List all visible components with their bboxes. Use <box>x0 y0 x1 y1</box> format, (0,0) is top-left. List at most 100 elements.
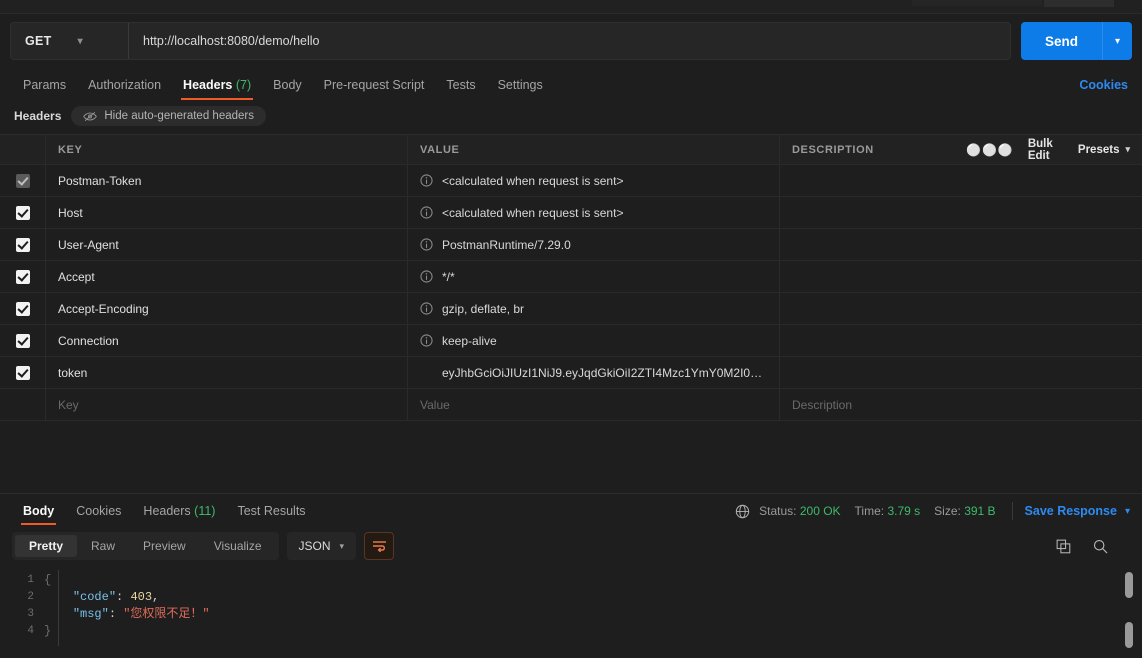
view-mode-preview[interactable]: Preview <box>129 535 200 557</box>
row-key-cell[interactable]: Host <box>46 197 408 228</box>
row-checkbox[interactable] <box>15 365 30 380</box>
row-checkbox[interactable] <box>15 301 30 316</box>
row-key-cell[interactable]: Accept-Encoding <box>46 293 408 324</box>
row-checkbox[interactable] <box>15 237 30 252</box>
table-row[interactable]: Host <calculated when request is sent> <box>0 197 1142 229</box>
row-key-cell[interactable]: Accept <box>46 261 408 292</box>
ellipsis-icon[interactable]: ⚪⚪⚪ <box>966 143 1014 157</box>
wrap-text-button[interactable] <box>364 532 395 560</box>
new-row-key-cell[interactable]: Key <box>46 389 408 420</box>
new-row-value-placeholder: Value <box>420 397 450 412</box>
response-tab-body[interactable]: Body <box>12 494 65 528</box>
table-row[interactable]: Accept */* <box>0 261 1142 293</box>
row-value-cell[interactable]: eyJhbGciOiJIUzI1NiJ9.eyJqdGkiOiI2ZTI4Mzc… <box>408 357 780 388</box>
view-mode-raw[interactable]: Raw <box>77 535 129 557</box>
headers-table-header-row: KEY VALUE DESCRIPTION ⚪⚪⚪ Bulk Edit Pres… <box>0 135 1142 165</box>
url-box: GET ▾ <box>10 22 1011 60</box>
tab-label: Pre-request Script <box>323 78 425 92</box>
response-body-code[interactable]: 1 2 3 4 { "code": 403, "msg": "您权限不足！" } <box>0 566 1142 658</box>
row-key-cell[interactable]: Postman-Token <box>46 165 408 196</box>
tab-label: Body <box>273 78 302 92</box>
row-value-cell[interactable]: PostmanRuntime/7.29.0 <box>408 229 780 260</box>
row-checkbox-cell <box>0 197 46 228</box>
response-tab-test-results[interactable]: Test Results <box>226 494 316 528</box>
row-description-cell[interactable] <box>780 325 966 356</box>
row-extra-cell <box>966 229 1142 260</box>
row-value-cell[interactable]: */* <box>408 261 780 292</box>
code-content[interactable]: { "code": 403, "msg": "您权限不足！" } <box>44 566 1142 658</box>
tab-pre-request-script[interactable]: Pre-request Script <box>313 70 436 100</box>
scrollbar-thumb-bottom[interactable] <box>1125 622 1133 648</box>
tab-authorization[interactable]: Authorization <box>77 70 172 100</box>
response-tab-headers[interactable]: Headers (11) <box>132 494 226 528</box>
cookies-link[interactable]: Cookies <box>1079 78 1128 92</box>
headers-section-title: Headers <box>14 109 62 123</box>
tab-tests[interactable]: Tests <box>435 70 486 100</box>
row-value-cell[interactable]: <calculated when request is sent> <box>408 165 780 196</box>
row-value-cell[interactable]: gzip, deflate, br <box>408 293 780 324</box>
row-checkbox-cell <box>0 357 46 388</box>
row-key-cell[interactable]: Connection <box>46 325 408 356</box>
row-value-cell[interactable]: keep-alive <box>408 325 780 356</box>
row-key-cell[interactable]: token <box>46 357 408 388</box>
tab-count: (11) <box>194 504 216 518</box>
tab-settings[interactable]: Settings <box>487 70 554 100</box>
response-tabs: Body Cookies Headers (11) Test Results S… <box>0 494 1142 528</box>
chevron-down-icon: ▾ <box>77 35 83 47</box>
headers-subbar: Headers Hide auto-generated headers <box>0 100 1142 134</box>
row-checkbox[interactable] <box>15 173 30 188</box>
row-description-cell[interactable] <box>780 229 966 260</box>
response-tab-cookies[interactable]: Cookies <box>65 494 132 528</box>
row-value-cell[interactable]: <calculated when request is sent> <box>408 197 780 228</box>
bulk-edit-button[interactable]: Bulk Edit <box>1028 138 1064 162</box>
wrap-text-icon <box>372 541 386 552</box>
row-checkbox[interactable] <box>15 269 30 284</box>
response-body-toolbar: Pretty Raw Preview Visualize JSON ▾ <box>0 528 1142 566</box>
row-description-cell[interactable] <box>780 293 966 324</box>
row-description-cell[interactable] <box>780 197 966 228</box>
presets-label: Presets <box>1077 143 1120 156</box>
view-mode-visualize[interactable]: Visualize <box>200 535 276 557</box>
format-selector[interactable]: JSON ▾ <box>286 532 357 560</box>
table-row[interactable]: Connection keep-alive <box>0 325 1142 357</box>
row-description-cell[interactable] <box>780 261 966 292</box>
row-key-cell[interactable]: User-Agent <box>46 229 408 260</box>
method-selector[interactable]: GET ▾ <box>11 23 129 59</box>
send-options-caret[interactable]: ▾ <box>1102 22 1132 60</box>
line-number: 2 <box>27 591 34 603</box>
view-mode-pretty[interactable]: Pretty <box>15 535 78 557</box>
column-key: KEY <box>46 135 408 164</box>
row-checkbox[interactable] <box>15 333 30 348</box>
column-value-label: VALUE <box>420 143 460 156</box>
url-input[interactable] <box>129 23 1010 59</box>
pane-splitter[interactable] <box>0 421 1142 494</box>
table-row[interactable]: Accept-Encoding gzip, deflate, br <box>0 293 1142 325</box>
hide-auto-generated-headers-button[interactable]: Hide auto-generated headers <box>71 106 266 126</box>
row-key: Host <box>58 205 83 220</box>
save-response-button[interactable]: Save Response <box>1025 504 1117 518</box>
time-value: 3.79 s <box>887 504 921 518</box>
copy-button[interactable] <box>1056 539 1071 554</box>
headers-table: KEY VALUE DESCRIPTION ⚪⚪⚪ Bulk Edit Pres… <box>0 134 1142 421</box>
tab-headers[interactable]: Headers (7) <box>172 70 262 100</box>
info-icon <box>420 302 433 315</box>
table-row[interactable]: User-Agent PostmanRuntime/7.29.0 <box>0 229 1142 261</box>
new-row-description-cell[interactable]: Description <box>780 389 966 420</box>
table-row[interactable]: token eyJhbGciOiJIUzI1NiJ9.eyJqdGkiOiI2Z… <box>0 357 1142 389</box>
search-button[interactable] <box>1093 539 1108 554</box>
scrollbar-thumb-top[interactable] <box>1125 572 1133 598</box>
chevron-down-icon[interactable]: ▾ <box>1125 506 1130 517</box>
row-description-cell[interactable] <box>780 165 966 196</box>
table-row[interactable]: Postman-Token <calculated when request i… <box>0 165 1142 197</box>
row-checkbox-cell <box>0 229 46 260</box>
new-header-row[interactable]: Key Value Description <box>0 389 1142 421</box>
row-description-cell[interactable] <box>780 357 966 388</box>
time-label: Time: <box>854 504 885 518</box>
new-row-value-cell[interactable]: Value <box>408 389 780 420</box>
row-checkbox[interactable] <box>15 205 30 220</box>
tab-body[interactable]: Body <box>262 70 313 100</box>
tab-params[interactable]: Params <box>12 70 77 100</box>
send-button[interactable]: Send <box>1020 22 1102 60</box>
presets-button[interactable]: Presets ▾ <box>1078 144 1130 156</box>
code-line: "msg": "您权限不足！" <box>44 606 1142 623</box>
